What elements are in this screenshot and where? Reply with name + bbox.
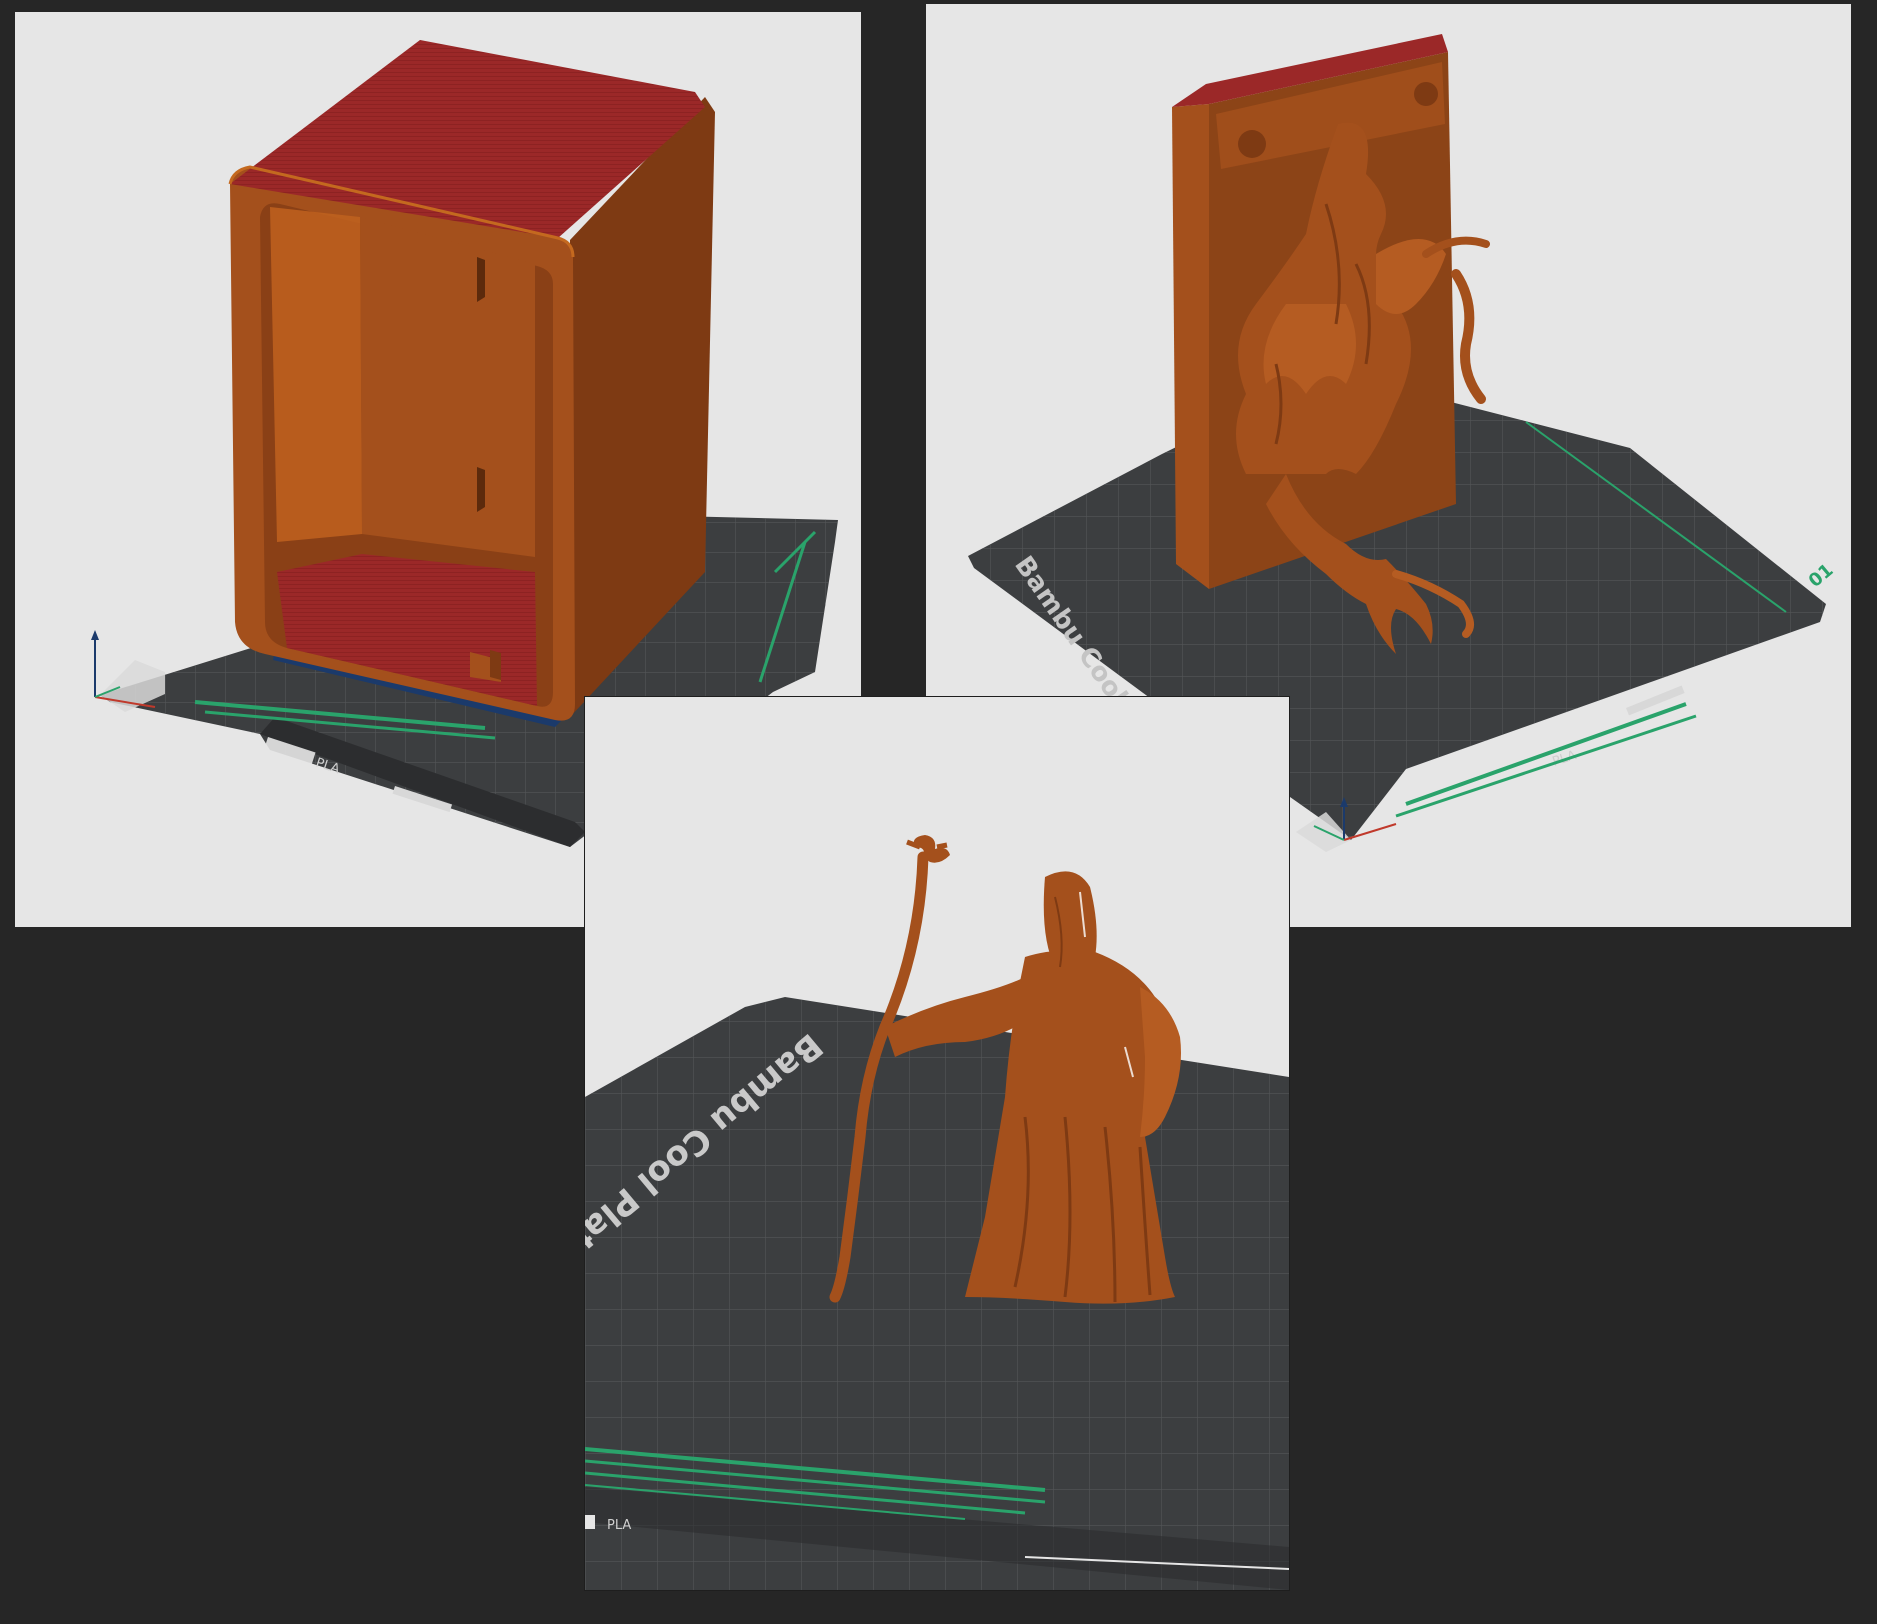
plate-number: 01 (1805, 560, 1838, 592)
build-plate: Bambu Cool Plate PLA (585, 997, 1289, 1590)
model-hollow-box (228, 40, 715, 721)
filament-label: PLA (607, 1518, 631, 1533)
viewport-3-scene: Bambu Cool Plate PLA (585, 835, 1289, 1590)
viewport-wizard-figure[interactable]: Bambu Cool Plate PLA (584, 696, 1290, 1591)
